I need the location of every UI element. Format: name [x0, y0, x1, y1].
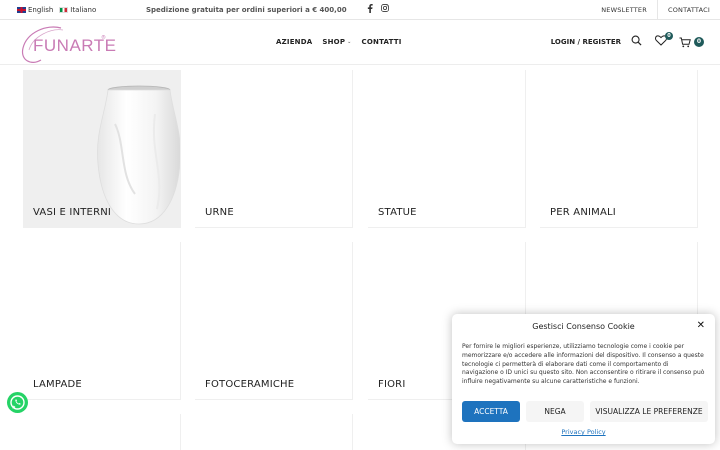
language-italian[interactable]: Italiano	[59, 6, 96, 14]
category-tile-row3-2[interactable]	[195, 414, 353, 450]
cookie-title: Gestisci Consenso Cookie	[532, 322, 635, 331]
close-icon[interactable]: ✕	[697, 320, 705, 331]
view-preferences-button[interactable]: VISUALIZZA LE PREFERENZE	[590, 401, 708, 422]
category-label: STATUE	[378, 207, 417, 218]
uk-flag-icon	[17, 7, 26, 13]
top-bar: English Italiano Spedizione gratuita per…	[0, 0, 720, 20]
category-tile-urne[interactable]: URNE	[195, 70, 353, 228]
nav-contatti-label: CONTATTI	[361, 38, 402, 46]
category-label: FOTOCERAMICHE	[205, 379, 295, 390]
login-register-link[interactable]: LOGIN / REGISTER	[551, 38, 621, 46]
site-header: FUNARTE ® AZIENDA SHOP ⌄ CONTATTI LOGIN …	[0, 21, 720, 65]
privacy-policy-link[interactable]: Privacy Policy	[452, 428, 715, 436]
language-switcher: English Italiano	[17, 6, 99, 14]
category-tile-animali[interactable]: PER ANIMALI	[540, 70, 698, 228]
wishlist-count-badge: 0	[665, 32, 673, 40]
nav-shop[interactable]: SHOP ⌄	[322, 38, 351, 46]
cookie-buttons: ACCETTA NEGA VISUALIZZA LE PREFERENZE	[462, 401, 708, 422]
social-links	[367, 4, 389, 15]
cart-count-badge: 0	[694, 37, 704, 47]
instagram-icon[interactable]	[381, 4, 389, 15]
accept-button[interactable]: ACCETTA	[462, 401, 520, 422]
category-tile-vasi[interactable]: VASI E INTERNI	[23, 70, 181, 228]
cart-button[interactable]: 0	[679, 37, 704, 48]
facebook-icon[interactable]	[367, 4, 373, 15]
whatsapp-icon	[10, 395, 25, 410]
italy-flag-icon	[59, 7, 69, 13]
main-nav: AZIENDA SHOP ⌄ CONTATTI	[276, 38, 402, 46]
nav-contatti[interactable]: CONTATTI	[362, 38, 402, 46]
category-tile-row3-1[interactable]	[23, 414, 181, 450]
category-label: VASI E INTERNI	[33, 207, 112, 218]
language-italian-label: Italiano	[70, 6, 97, 14]
category-tile-fotoceramiche[interactable]: FOTOCERAMICHE	[195, 242, 353, 400]
logo-registered-mark: ®	[101, 35, 106, 41]
newsletter-link[interactable]: NEWSLETTER	[591, 0, 657, 20]
category-label: URNE	[205, 207, 234, 218]
category-label: PER ANIMALI	[550, 207, 616, 218]
nav-azienda[interactable]: AZIENDA	[276, 38, 312, 46]
search-icon[interactable]	[631, 35, 645, 49]
nav-shop-label: SHOP	[322, 38, 346, 46]
category-label: LAMPADE	[33, 379, 82, 390]
whatsapp-button[interactable]	[7, 392, 28, 413]
site-logo[interactable]: FUNARTE ®	[17, 24, 116, 64]
category-tile-lampade[interactable]: LAMPADE	[23, 242, 181, 400]
cart-icon	[679, 37, 691, 47]
language-english[interactable]: English	[17, 6, 53, 14]
cookie-consent-dialog: Gestisci Consenso Cookie ✕ Per fornire l…	[452, 314, 715, 444]
category-label: FIORI	[378, 379, 406, 390]
language-english-label: English	[28, 6, 54, 14]
shipping-notice: Spedizione gratuita per ordini superiori…	[146, 6, 347, 14]
deny-button[interactable]: NEGA	[526, 401, 584, 422]
chevron-down-icon: ⌄	[347, 39, 352, 45]
contact-link[interactable]: CONTATTACI	[656, 0, 720, 20]
cookie-description: Per fornire le migliori esperienze, util…	[462, 343, 705, 386]
nav-azienda-label: AZIENDA	[276, 38, 313, 46]
category-tile-statue[interactable]: STATUE	[368, 70, 526, 228]
header-actions: LOGIN / REGISTER 0 0	[551, 32, 704, 49]
top-links: NEWSLETTER CONTATTACI	[591, 0, 720, 20]
wishlist-button[interactable]: 0	[655, 32, 673, 49]
